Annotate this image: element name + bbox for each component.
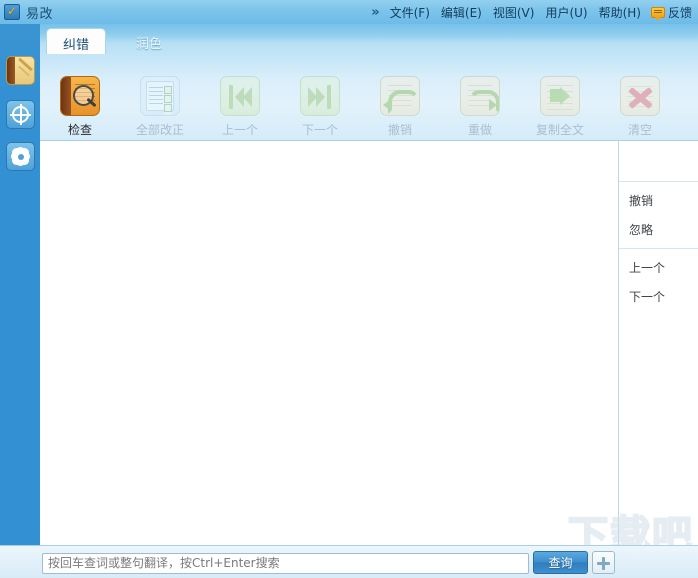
menu-edit[interactable]: 编辑(E) bbox=[440, 2, 483, 23]
previous-arrow-icon bbox=[220, 76, 260, 116]
menu-file[interactable]: 文件(F) bbox=[389, 2, 431, 23]
panel-item-next[interactable]: 下一个 bbox=[619, 282, 698, 311]
toolbar-button-check[interactable]: 检查 bbox=[40, 76, 120, 138]
query-button[interactable]: 查询 bbox=[533, 551, 588, 574]
suggestion-panel: 撤销 忽略 上一个 下一个 bbox=[618, 140, 698, 545]
toolbar: 检查 全部改正 上一个 下一个 撤销 重做 复制全文 清空 bbox=[40, 54, 698, 140]
notebook-pencil-icon[interactable] bbox=[6, 56, 35, 85]
toolbar-label-check: 检查 bbox=[67, 123, 92, 137]
clear-x-icon bbox=[620, 76, 660, 116]
application-window: ✓ 易改 » 文件(F) 编辑(E) 视图(V) 用户(U) 帮助(H) 反馈 … bbox=[0, 0, 698, 578]
toolbar-label-copy-all: 复制全文 bbox=[535, 123, 584, 137]
bottom-bar: 查询 bbox=[0, 545, 698, 578]
toolbar-button-clear[interactable]: 清空 bbox=[600, 76, 680, 138]
left-rail bbox=[0, 24, 40, 578]
toolbar-button-copy-all[interactable]: 复制全文 bbox=[520, 76, 600, 138]
panel-item-ignore[interactable]: 忽略 bbox=[619, 215, 698, 244]
tab-strip: 纠错 润色 bbox=[46, 28, 178, 54]
panel-item-undo[interactable]: 撤销 bbox=[619, 186, 698, 215]
tab-jiucuo[interactable]: 纠错 bbox=[46, 28, 107, 54]
suggestion-nav-group: 上一个 下一个 bbox=[619, 249, 698, 315]
window-title: 易改 bbox=[26, 6, 54, 22]
suggestion-panel-header bbox=[619, 141, 698, 182]
expand-menu-icon[interactable]: » bbox=[369, 5, 379, 20]
redo-arrow-icon bbox=[460, 76, 500, 116]
toolbar-button-previous[interactable]: 上一个 bbox=[200, 76, 280, 138]
toolbar-button-next[interactable]: 下一个 bbox=[280, 76, 360, 138]
ribbon-area: 纠错 润色 检查 全部改正 上一个 下一个 撤销 重做 复制全文 清空 bbox=[0, 24, 698, 140]
menu-user[interactable]: 用户(U) bbox=[544, 2, 588, 23]
toolbar-button-undo[interactable]: 撤销 bbox=[360, 76, 440, 138]
magnifier-document-icon bbox=[60, 76, 100, 116]
search-field-wrapper bbox=[42, 552, 529, 574]
checkmark-glyph: ✓ bbox=[7, 4, 18, 18]
gear-icon[interactable] bbox=[6, 142, 35, 171]
toolbar-label-fix-all: 全部改正 bbox=[135, 123, 184, 137]
target-crosshair-icon[interactable] bbox=[6, 100, 35, 129]
search-input[interactable] bbox=[42, 552, 529, 574]
copy-all-icon bbox=[540, 76, 580, 116]
checklist-icon bbox=[140, 76, 180, 116]
next-arrow-icon bbox=[300, 76, 340, 116]
checkmark-app-icon: ✓ bbox=[4, 4, 20, 20]
tab-runse[interactable]: 润色 bbox=[120, 28, 178, 54]
speech-bubble-icon bbox=[650, 6, 665, 21]
feedback-label: 反馈 bbox=[667, 5, 692, 20]
toolbar-label-clear: 清空 bbox=[627, 123, 652, 137]
suggestion-actions-group: 撤销 忽略 bbox=[619, 182, 698, 249]
toolbar-button-fix-all[interactable]: 全部改正 bbox=[120, 76, 200, 138]
menu-bar: » 文件(F) 编辑(E) 视图(V) 用户(U) 帮助(H) 反馈 bbox=[369, 0, 696, 24]
editor-content bbox=[40, 141, 618, 153]
menu-help[interactable]: 帮助(H) bbox=[598, 2, 642, 23]
text-editor[interactable] bbox=[40, 140, 618, 545]
add-button[interactable] bbox=[592, 551, 615, 574]
toolbar-label-redo: 重做 bbox=[467, 123, 492, 137]
panel-item-previous[interactable]: 上一个 bbox=[619, 253, 698, 282]
toolbar-button-redo[interactable]: 重做 bbox=[440, 76, 520, 138]
undo-arrow-icon bbox=[380, 76, 420, 116]
menu-view[interactable]: 视图(V) bbox=[492, 2, 536, 23]
title-bar-left: ✓ 易改 bbox=[0, 3, 53, 22]
toolbar-label-previous: 上一个 bbox=[221, 123, 258, 137]
toolbar-label-undo: 撤销 bbox=[387, 123, 412, 137]
toolbar-label-next: 下一个 bbox=[301, 123, 338, 137]
title-bar: ✓ 易改 » 文件(F) 编辑(E) 视图(V) 用户(U) 帮助(H) 反馈 bbox=[0, 0, 698, 24]
feedback-button[interactable]: 反馈 bbox=[650, 4, 692, 21]
